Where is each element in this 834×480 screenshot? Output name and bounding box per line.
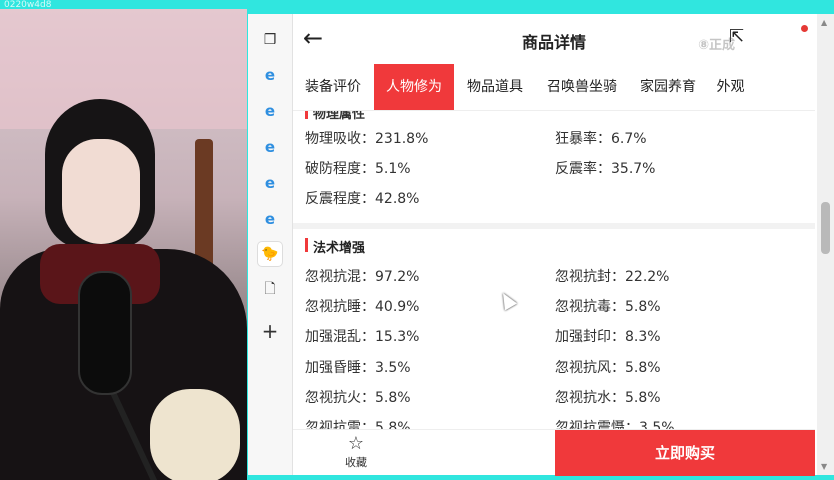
edge-icon[interactable]: e [258, 99, 282, 123]
microphone [78, 271, 132, 395]
plush-toy [150, 389, 240, 480]
tab-summons-mounts[interactable]: 召唤兽坐骑 [539, 64, 625, 110]
attr-row: 加强昏睡：3.5% [305, 360, 411, 376]
attr-row: 忽视抗水：5.8% [555, 390, 661, 406]
edge-icon[interactable]: e [258, 207, 282, 231]
edge-icon[interactable]: e [258, 135, 282, 159]
section-marker [305, 238, 308, 252]
attr-row: 忽视抗混：97.2% [305, 269, 420, 285]
attr-row: 物理吸收：231.8% [305, 131, 429, 147]
page-header: ← 商品详情 ⇱ [293, 14, 815, 64]
bottom-bar: ☆ 收藏 立即购买 [293, 429, 815, 476]
side-rail: ❒ e e e e e 🐤 🗋 + [248, 14, 293, 475]
attr-row: 忽视抗雷：5.8% [305, 420, 411, 429]
webcam-feed [0, 9, 247, 480]
star-icon: ☆ [347, 433, 365, 454]
attr-row: 加强混乱：15.3% [305, 329, 420, 345]
watermark-logo: ⑧正成 [698, 38, 736, 53]
app-icon[interactable]: 🐤 [258, 242, 282, 266]
tab-character-cultivation[interactable]: 人物修为 [374, 64, 454, 110]
tab-items[interactable]: 物品道具 [456, 64, 534, 110]
attr-row: 反震率：35.7% [555, 161, 656, 177]
attr-row: 忽视抗毒：5.8% [555, 299, 661, 315]
attr-row: 忽视抗震慑：3.5% [555, 420, 675, 429]
tabs-icon[interactable]: ❒ [258, 28, 282, 52]
product-detail-page: ← 商品详情 ⇱ 装备评价 人物修为 物品道具 召唤兽坐骑 家园养育 外观 物理… [293, 14, 815, 476]
attr-row: 忽视抗火：5.8% [305, 390, 411, 406]
notification-dot [801, 25, 808, 32]
tab-appearance[interactable]: 外观 [708, 64, 753, 110]
section-title-physical: 物理属性 [313, 111, 366, 122]
attr-row: 忽视抗睡：40.9% [305, 299, 420, 315]
tab-equipment-review[interactable]: 装备评价 [293, 64, 373, 110]
attr-row: 加强封印：8.3% [555, 329, 661, 345]
scroll-up-icon[interactable]: ▲ [821, 18, 827, 27]
tab-homestead[interactable]: 家园养育 [630, 64, 706, 110]
section-divider [293, 223, 815, 229]
add-icon[interactable]: + [258, 319, 282, 343]
favorite-label: 收藏 [345, 456, 367, 469]
favorite-button[interactable]: ☆ 收藏 [331, 434, 381, 470]
scroll-down-icon[interactable]: ▼ [821, 462, 827, 471]
section-title-magic: 法术增强 [313, 241, 366, 256]
attr-row: 忽视抗风：5.8% [555, 360, 661, 376]
document-icon[interactable]: 🗋 [258, 278, 282, 302]
browser-window: ❒ e e e e e 🐤 🗋 + ← 商品详情 ⇱ 装备评价 人物修为 物品道… [248, 14, 817, 476]
buy-now-button[interactable]: 立即购买 [555, 430, 815, 476]
guitar [195, 139, 213, 269]
edge-icon[interactable]: e [258, 63, 282, 87]
attr-row: 反震程度：42.8% [305, 191, 420, 207]
attr-row: 忽视抗封：22.2% [555, 269, 670, 285]
edge-icon[interactable]: e [258, 171, 282, 195]
scrollbar-thumb[interactable] [821, 202, 830, 254]
tab-bar: 装备评价 人物修为 物品道具 召唤兽坐骑 家园养育 外观 [293, 64, 815, 111]
attributes-content: 物理属性 物理吸收：231.8% 狂暴率：6.7% 破防程度：5.1% 反震率：… [293, 111, 815, 429]
attr-row: 狂暴率：6.7% [555, 131, 647, 147]
section-marker [305, 111, 308, 119]
person-face [62, 139, 140, 244]
attr-row: 破防程度：5.1% [305, 161, 411, 177]
capture-frame: 0220w4d8 ❒ e e e e e 🐤 🗋 + ← 商品详情 ⇱ 装备评价… [0, 0, 834, 480]
scrollbar[interactable]: ▲ ▼ [817, 14, 834, 475]
